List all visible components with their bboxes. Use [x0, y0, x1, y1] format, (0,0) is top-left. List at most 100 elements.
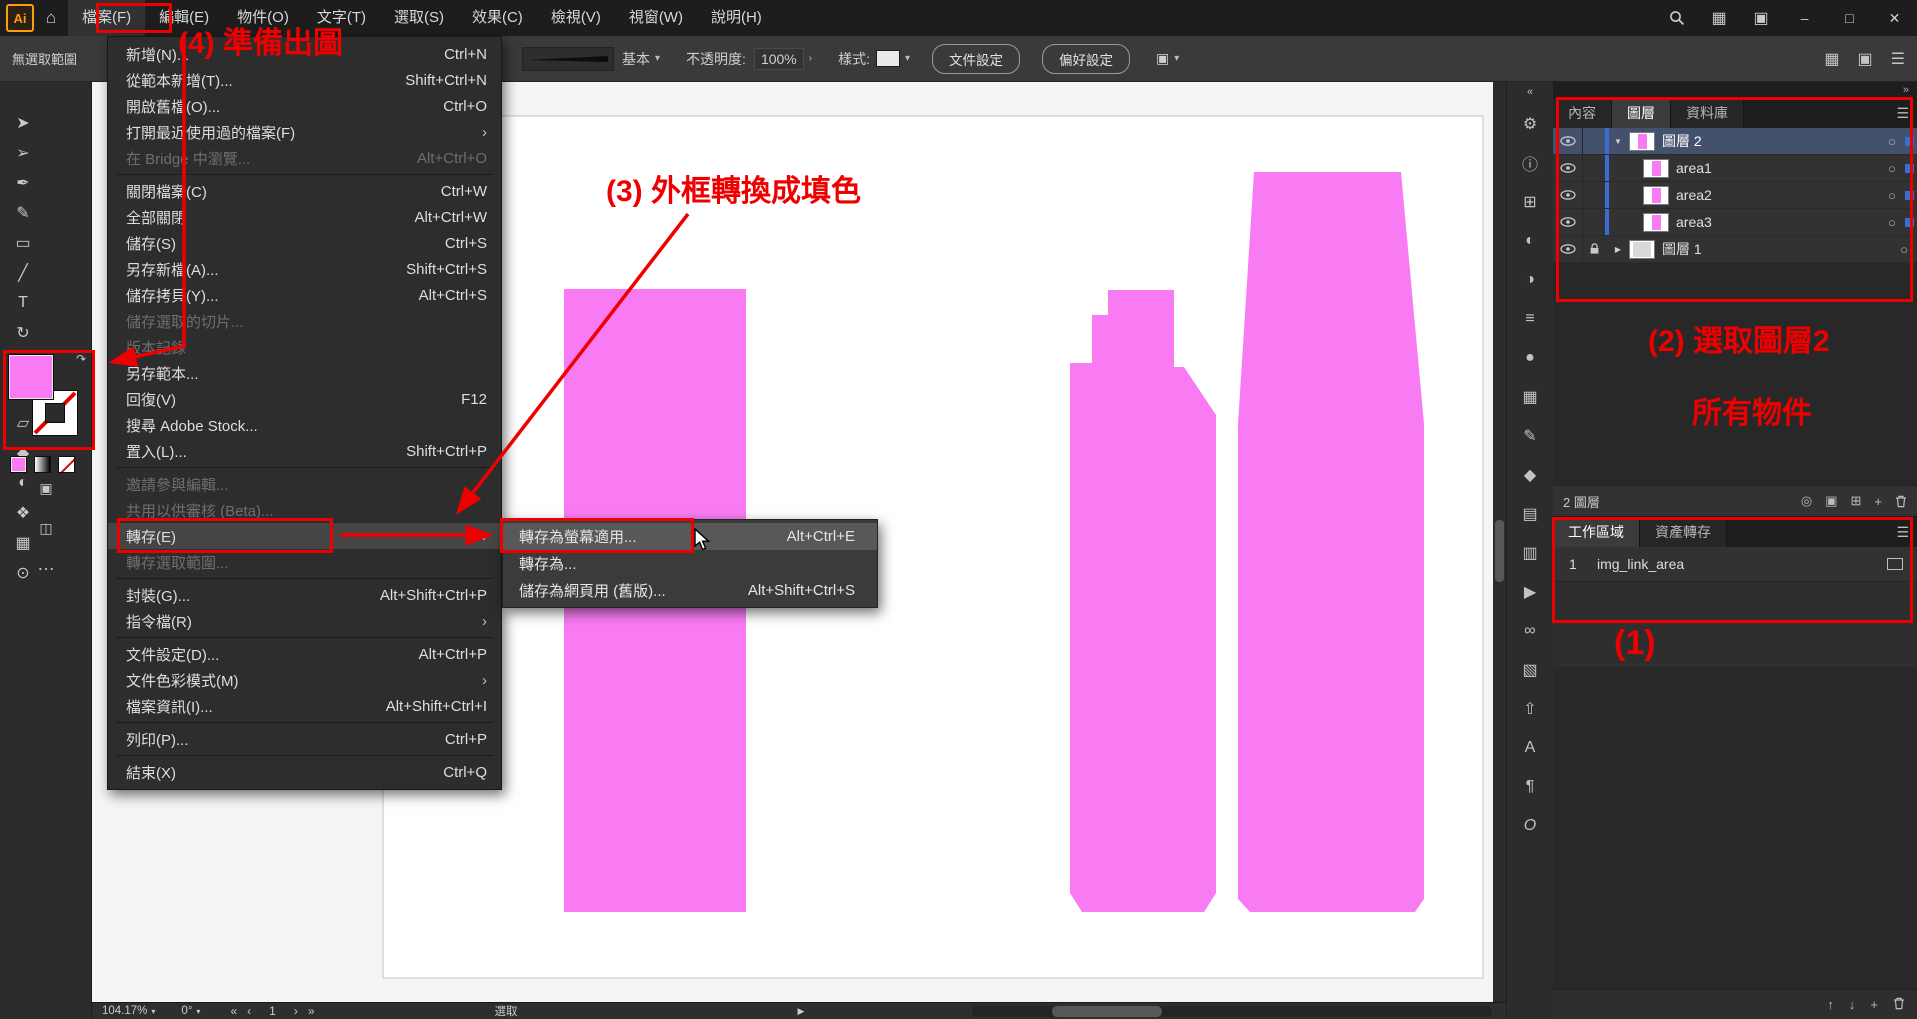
menu-item-save-template[interactable]: 另存範本... — [108, 360, 501, 386]
tab-layers[interactable]: 圖層 — [1612, 98, 1671, 128]
layer-thumbnail[interactable] — [1643, 186, 1669, 205]
lock-toggle[interactable] — [1583, 182, 1605, 208]
visibility-toggle[interactable] — [1553, 236, 1583, 262]
opacity-input[interactable]: 100% — [754, 48, 804, 70]
minimize-button[interactable]: – — [1782, 0, 1827, 36]
info-icon[interactable]: ⓘ — [1507, 143, 1553, 182]
menu-edit[interactable]: 編輯(E) — [145, 0, 223, 36]
submenu-item-export-for-screens[interactable]: 轉存為螢幕適用...Alt+Ctrl+E — [503, 523, 877, 550]
first-artboard-button[interactable]: « — [230, 1004, 237, 1018]
prev-artboard-button[interactable]: ‹ — [247, 1004, 251, 1018]
stroke-style-dropdown[interactable]: 基本 ▾ — [522, 47, 660, 71]
vertical-scrollbar[interactable] — [1493, 82, 1506, 1002]
isolate-icon[interactable]: ▣ — [1156, 50, 1169, 67]
preferences-button[interactable]: 偏好設定 — [1042, 44, 1130, 74]
menu-item-package[interactable]: 封裝(G)...Alt+Shift+Ctrl+P — [108, 582, 501, 608]
chevron-down-icon[interactable]: ▾ — [1174, 53, 1179, 64]
direct-selection-tool-icon[interactable]: ➢ — [0, 138, 46, 168]
menu-help[interactable]: 說明(H) — [697, 0, 776, 36]
bottle-shape-1[interactable] — [1070, 290, 1216, 912]
layer-name[interactable]: area1 — [1676, 160, 1879, 176]
artboard-row[interactable]: 1 img_link_area — [1553, 547, 1917, 582]
rotate-tool-icon[interactable]: ↻ — [0, 318, 46, 348]
visibility-toggle[interactable] — [1553, 128, 1583, 154]
make-mask-icon[interactable]: ▣ — [1825, 493, 1837, 509]
artboard-number[interactable]: 1 — [261, 1004, 284, 1018]
menu-item-revert[interactable]: 回復(V)F12 — [108, 386, 501, 412]
menu-item-print[interactable]: 列印(P)...Ctrl+P — [108, 726, 501, 752]
target-circle-icon[interactable]: ○ — [1891, 242, 1917, 257]
paragraph-icon[interactable]: ¶ — [1507, 767, 1553, 806]
layer-thumbnail[interactable] — [1643, 213, 1669, 232]
submenu-item-export-as[interactable]: 轉存為... — [503, 550, 877, 577]
menu-window[interactable]: 視窗(W) — [615, 0, 697, 36]
target-circle-icon[interactable]: ○ — [1879, 161, 1905, 176]
visibility-toggle[interactable] — [1553, 182, 1583, 208]
grid-view-icon[interactable]: ▦ — [1824, 49, 1839, 69]
tab-asset-export[interactable]: 資產轉存 — [1640, 517, 1727, 547]
align-icon[interactable]: ▤ — [1507, 494, 1553, 533]
lock-toggle[interactable] — [1583, 128, 1605, 154]
lock-toggle[interactable] — [1583, 155, 1605, 181]
character-icon[interactable]: A — [1507, 728, 1553, 767]
rotation-dropdown[interactable]: 0°▾ — [181, 1005, 200, 1017]
expand-icon[interactable]: ▶ — [1609, 245, 1627, 254]
pen-tool-icon[interactable]: ✒ — [0, 168, 46, 198]
move-down-icon[interactable]: ↓ — [1849, 997, 1856, 1012]
menu-item-new-from-template[interactable]: 從範本新增(T)...Shift+Ctrl+N — [108, 67, 501, 93]
artboard-icon[interactable] — [1887, 558, 1903, 570]
links-icon[interactable]: ∞ — [1507, 611, 1553, 650]
tab-content[interactable]: 內容 — [1553, 98, 1612, 128]
selection-tool-icon[interactable]: ➤ — [0, 108, 46, 138]
color-button[interactable] — [10, 456, 27, 473]
chevron-right-icon[interactable]: › — [809, 53, 812, 64]
arrange-documents-icon[interactable]: ▣ — [1740, 0, 1782, 36]
menu-item-search-adobe-stock[interactable]: 搜尋 Adobe Stock... — [108, 412, 501, 438]
menu-select[interactable]: 選取(S) — [380, 0, 458, 36]
screen-mode-icon[interactable]: ◫ — [0, 520, 92, 537]
rectangle-tool-icon[interactable]: ▭ — [0, 228, 46, 258]
target-circle-icon[interactable]: ○ — [1879, 134, 1905, 149]
next-artboard-button[interactable]: › — [294, 1004, 298, 1018]
delete-artboard-icon[interactable] — [1893, 997, 1905, 1013]
style-swatch[interactable] — [876, 50, 900, 67]
menu-item-open-recent[interactable]: 打開最近使用過的檔案(F)› — [108, 119, 501, 145]
panel-menu-icon[interactable]: ☰ — [1891, 49, 1905, 69]
menu-item-save-copy[interactable]: 儲存拷貝(Y)...Alt+Ctrl+S — [108, 282, 501, 308]
layer-thumbnail[interactable] — [1643, 159, 1669, 178]
menu-item-place[interactable]: 置入(L)...Shift+Ctrl+P — [108, 438, 501, 464]
transform-icon[interactable]: ⊞ — [1507, 182, 1553, 221]
menu-file[interactable]: 檔案(F) — [68, 0, 145, 36]
stroke-icon[interactable]: ≡ — [1507, 299, 1553, 338]
none-button[interactable] — [58, 456, 75, 473]
tab-artboards[interactable]: 工作區域 — [1553, 517, 1640, 547]
opentype-icon[interactable]: O — [1507, 806, 1553, 845]
scrollbar-thumb[interactable] — [1495, 520, 1504, 582]
menu-item-document-color-mode[interactable]: 文件色彩模式(M)› — [108, 667, 501, 693]
menu-effect[interactable]: 效果(C) — [458, 0, 537, 36]
menu-item-save[interactable]: 儲存(S)Ctrl+S — [108, 230, 501, 256]
new-layer-icon[interactable]: + — [1874, 494, 1882, 509]
horizontal-scrollbar[interactable] — [972, 1006, 1492, 1017]
layer-name[interactable]: 圖層 2 — [1662, 131, 1879, 151]
pathfinder-icon[interactable]: ▥ — [1507, 533, 1553, 572]
swap-fill-stroke-icon[interactable]: ↷ — [76, 352, 86, 366]
panel-layout-icon[interactable]: ▣ — [1858, 49, 1873, 69]
more-tools-icon[interactable]: … — [0, 554, 92, 575]
zoom-level-dropdown[interactable]: 104.17%▾ — [102, 1005, 155, 1017]
menu-item-file-info[interactable]: 檔案資訊(I)...Alt+Shift+Ctrl+I — [108, 693, 501, 719]
type-tool-icon[interactable]: T — [0, 288, 46, 318]
artboards-icon[interactable]: ▧ — [1507, 650, 1553, 689]
target-circle-icon[interactable]: ○ — [1879, 215, 1905, 230]
swatches-icon[interactable]: ▦ — [1507, 377, 1553, 416]
home-icon[interactable]: ⌂ — [34, 8, 68, 28]
layer-row-area1[interactable]: area1 ○ — [1553, 155, 1917, 182]
menu-view[interactable]: 檢視(V) — [537, 0, 615, 36]
menu-item-exit[interactable]: 結束(X)Ctrl+Q — [108, 759, 501, 785]
menu-item-close[interactable]: 關閉檔案(C)Ctrl+W — [108, 178, 501, 204]
draw-mode-icon[interactable]: ▣ — [0, 480, 92, 497]
menu-item-document-setup[interactable]: 文件設定(D)...Alt+Ctrl+P — [108, 641, 501, 667]
collapse-to-icons-icon[interactable]: » — [1903, 84, 1909, 96]
symbols-icon[interactable]: ◆ — [1507, 455, 1553, 494]
tab-libraries[interactable]: 資料庫 — [1671, 98, 1744, 128]
